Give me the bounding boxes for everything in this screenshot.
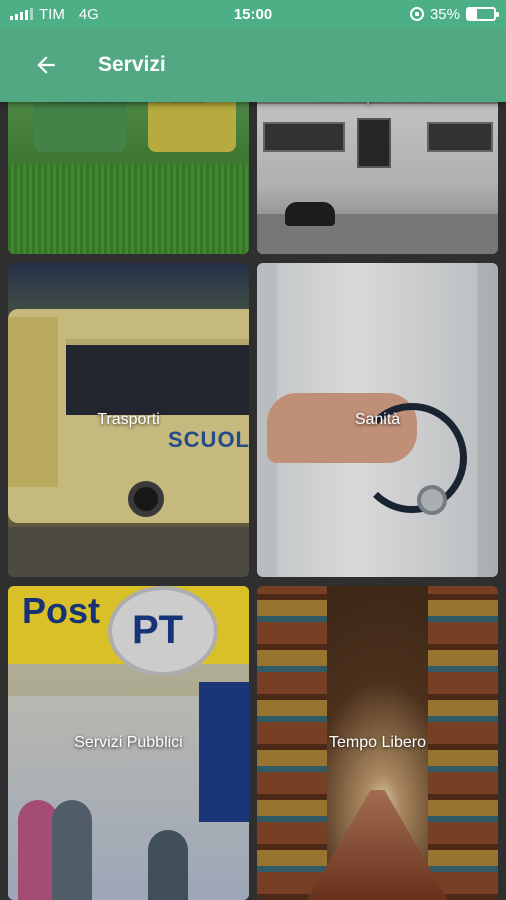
arrow-left-icon: [37, 56, 55, 74]
tile-label: Trasporti: [97, 411, 160, 428]
tile-trasporti[interactable]: SCUOLA Trasporti: [8, 263, 249, 577]
battery-fill: [468, 9, 478, 19]
back-button[interactable]: [24, 43, 68, 87]
carrier-name: TIM: [39, 5, 65, 23]
services-grid: Raccolta differenziata Municipio online …: [0, 0, 506, 900]
status-left: TIM 4G: [10, 6, 99, 23]
orientation-lock-icon: [409, 7, 424, 21]
tile-municipio-online[interactable]: Municipio online: [257, 84, 498, 254]
tile-servizi-pubblici[interactable]: Post PT Servizi Pubblici: [8, 586, 249, 900]
status-right: 35%: [409, 5, 499, 23]
page-title: Servizi: [98, 53, 166, 76]
tile-raccolta-differenziata[interactable]: Raccolta differenziata: [8, 84, 249, 254]
tile-tempo-libero[interactable]: Tempo Libero: [257, 586, 498, 900]
tile-label: Sanità: [354, 411, 401, 428]
network-type: 4G: [78, 5, 99, 23]
tile-overlay: [8, 84, 249, 254]
tile-sanita[interactable]: Sanità: [257, 263, 498, 577]
tile-overlay: [257, 84, 498, 254]
tile-label: Servizi Pubblici: [74, 734, 183, 751]
battery-percent: 35%: [429, 5, 460, 23]
battery-icon: [466, 7, 499, 21]
app-bar: Servizi: [0, 28, 506, 102]
tile-label: Tempo Libero: [329, 734, 426, 751]
status-time: 15:00: [233, 5, 273, 23]
signal-icon: [10, 8, 33, 20]
status-bar: TIM 4G 15:00 35%: [0, 0, 506, 28]
